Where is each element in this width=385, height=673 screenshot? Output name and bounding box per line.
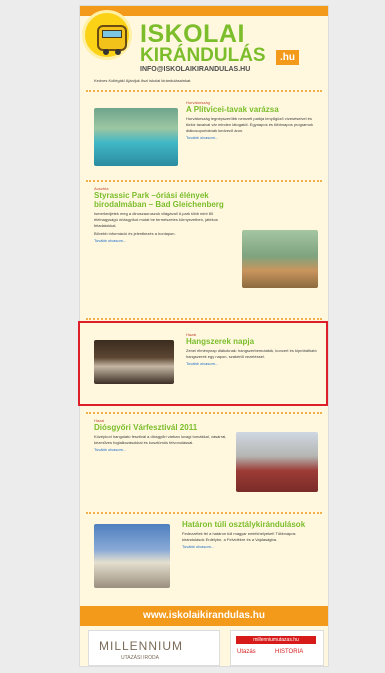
article-styrassic: Ausztria Styrassic Park –óriási élények …: [86, 184, 322, 316]
article-hataron-tul: Határon túli osztálykirándulások Fedezzé…: [86, 516, 322, 604]
divider: [86, 180, 322, 182]
divider: [86, 90, 322, 92]
article-title[interactable]: Styrassic Park –óriási élények birodalmá…: [94, 191, 234, 209]
town-photo[interactable]: [94, 524, 170, 588]
brand-suffix-badge: .hu: [276, 50, 299, 65]
article-body: Ismerkedjetek meg a dinoszauruszok világ…: [94, 211, 218, 228]
article-diosgyor: Hazai Diósgyőri Várfesztivál 2011 Középk…: [86, 416, 322, 506]
dinosaur-photo[interactable]: [242, 230, 318, 288]
article-note: Bővebb információ és jelentkezés a honla…: [94, 231, 176, 236]
partner-ad-text-b: HISTORIA: [275, 649, 304, 655]
footer-url-bar[interactable]: www.iskolaikirandulas.hu: [80, 606, 328, 626]
millennium-subtext: UTAZÁSI IRODA: [121, 655, 159, 661]
festival-photo[interactable]: [236, 432, 318, 492]
article-body: Horvátország legnépszerűbb nemzeti parkj…: [186, 116, 313, 133]
partner-ad-text-a: Utazás: [237, 649, 256, 655]
article-title[interactable]: A Plitvicei-tavak varázsa: [186, 105, 318, 114]
divider: [86, 412, 322, 414]
partner-ad[interactable]: millenniumutazas.hu Utazás HISTORIA: [230, 630, 324, 666]
logo-badge: [82, 10, 132, 60]
article-title[interactable]: Diósgyőri Várfesztivál 2011: [94, 423, 232, 432]
article-title[interactable]: Határon túli osztálykirándulások: [182, 520, 318, 529]
highlight-frame: [78, 321, 328, 406]
divider: [86, 512, 322, 514]
partner-ad-url: millenniumutazas.hu: [236, 636, 316, 644]
article-plitvice: Horvátország A Plitvicei-tavak varázsa H…: [86, 96, 322, 176]
article-body: Középkori hangulatú fesztivál a diósgyőr…: [94, 434, 227, 445]
divider: [86, 318, 322, 320]
read-more-link[interactable]: Tovább olvasom...: [94, 238, 234, 243]
email-link[interactable]: INFO@ISKOLAIKIRANDULAS.HU: [140, 66, 250, 73]
bus-icon: [97, 25, 127, 55]
plitvice-photo[interactable]: [94, 108, 178, 166]
millennium-logo-text: MILLENNIUM: [99, 639, 184, 653]
read-more-link[interactable]: Tovább olvasom...: [182, 544, 318, 549]
brand-title-line2: KIRÁNDULÁS: [140, 45, 266, 66]
read-more-link[interactable]: Tovább olvasom...: [186, 135, 318, 140]
millennium-ad[interactable]: MILLENNIUM UTAZÁSI IRODA: [88, 630, 220, 666]
article-body: Fedezzétek fel a határon túli magyar eml…: [182, 531, 296, 542]
read-more-link[interactable]: Tovább olvasom...: [94, 447, 232, 452]
intro-text: Kedves Kollégák! Ajánljuk őszi iskolai k…: [94, 78, 192, 83]
